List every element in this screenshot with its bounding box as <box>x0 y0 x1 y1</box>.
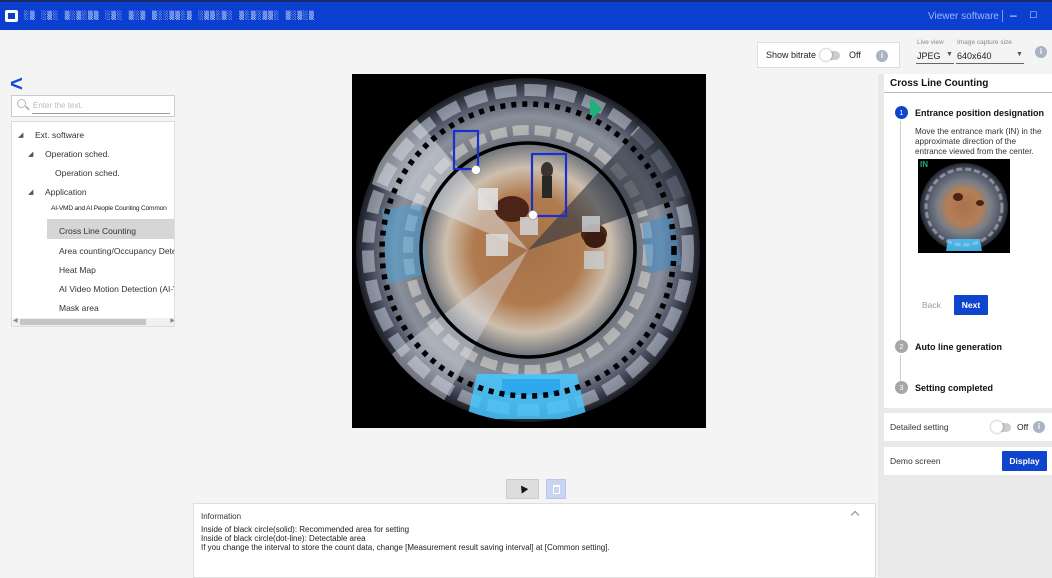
information-panel: Information Inside of black circle(solid… <box>193 503 876 578</box>
tree-item[interactable]: Area counting/Occupancy Detecti <box>59 246 174 256</box>
step-number: 3 <box>895 381 908 394</box>
capture-size-label: Image capture size <box>957 39 1012 46</box>
tree-item[interactable]: Operation sched. <box>55 168 120 178</box>
back-step-button[interactable]: Back <box>922 300 941 310</box>
fisheye-image <box>356 78 700 422</box>
capture-size-dropdown-icon[interactable]: ▼ <box>1016 51 1023 58</box>
info-icon[interactable]: i <box>1033 421 1045 433</box>
display-button[interactable]: Display <box>1002 451 1047 471</box>
information-title: Information <box>201 512 242 521</box>
info-icon[interactable]: i <box>1035 46 1047 58</box>
scroll-left-icon[interactable]: ◀ <box>13 317 18 324</box>
live-view-underline <box>916 63 954 64</box>
detailed-setting-toggle[interactable] <box>991 421 1011 433</box>
entrance-preview[interactable]: IN <box>918 159 1010 253</box>
collapse-icon[interactable]: ◢ <box>28 188 33 196</box>
search-underline <box>32 113 170 114</box>
show-bitrate-toggle[interactable] <box>820 49 840 61</box>
tree-item-selected[interactable]: Cross Line Counting <box>59 226 136 236</box>
title-separator <box>1002 10 1003 22</box>
scrollbar-thumb[interactable] <box>20 319 146 325</box>
info-icon[interactable]: i <box>876 50 888 62</box>
show-bitrate-label: Show bitrate <box>766 50 817 60</box>
wizard-card: Cross Line Counting 1 Entrance position … <box>884 74 1052 408</box>
delete-button[interactable] <box>546 479 566 499</box>
live-view-select[interactable]: JPEG <box>917 51 941 61</box>
capture-size-underline <box>956 63 1024 64</box>
window-title: ░▒ ░▒░ ▒░▒░▒▒ ░▒░ ▒░▒ ▒░░▒▒░▒ ░▒▒░▒░ ▒░▒… <box>24 11 315 20</box>
capture-size-select[interactable]: 640x640 <box>957 51 992 61</box>
horizontal-scrollbar[interactable]: ◀ ▶ <box>12 317 174 326</box>
title-bar: ░▒ ░▒░ ▒░▒░▒▒ ░▒░ ▒░▒ ▒░░▒▒░▒ ░▒▒░▒░ ▒░▒… <box>0 0 1052 30</box>
demo-screen-row: Demo screen Display <box>884 447 1052 475</box>
step-title: Setting completed <box>915 383 994 393</box>
collapse-icon[interactable]: ◢ <box>18 131 23 139</box>
tree-item[interactable]: Application <box>45 187 87 197</box>
search-box <box>11 95 175 117</box>
show-bitrate-state: Off <box>849 50 861 60</box>
scroll-right-icon[interactable]: ▶ <box>170 317 174 324</box>
information-line: Inside of black circle(solid): Recommend… <box>201 525 410 534</box>
navigation-tree: ◢ Ext. software ◢ Operation sched. Opera… <box>11 121 175 327</box>
preview-image <box>920 163 1008 251</box>
divider <box>884 92 1052 93</box>
minimize-button[interactable]: – <box>1010 8 1017 22</box>
tree-item[interactable]: AI-VMD and AI People Counting Common <box>51 205 167 212</box>
detailed-setting-label: Detailed setting <box>890 422 949 432</box>
collapse-icon[interactable]: ◢ <box>28 150 33 158</box>
step-title: Entrance position designation <box>915 108 1045 118</box>
live-view-dropdown-icon[interactable]: ▼ <box>946 51 953 58</box>
tree-item[interactable]: Ext. software <box>35 130 84 140</box>
information-line: If you change the interval to store the … <box>201 543 610 552</box>
tree-item[interactable]: Heat Map <box>59 265 96 275</box>
search-input[interactable] <box>33 99 169 112</box>
app-icon <box>5 10 18 22</box>
tree-item[interactable]: Mask area <box>59 303 99 313</box>
line-handle[interactable] <box>528 210 538 220</box>
camera-view[interactable] <box>352 74 706 428</box>
app-name: Viewer software <box>928 11 999 22</box>
detailed-setting-state: Off <box>1017 422 1029 432</box>
tree-item[interactable]: Operation sched. <box>45 149 110 159</box>
step-description: Move the entrance mark (IN) in the appro… <box>915 127 1042 156</box>
step-title: Auto line generation <box>915 342 1003 352</box>
capture-settings: Live view JPEG ▼ Image capture size 640x… <box>910 37 1052 69</box>
next-button[interactable]: Next <box>954 295 988 315</box>
step-connector <box>900 121 901 340</box>
select-tool-button[interactable] <box>506 479 539 499</box>
entrance-mark[interactable]: IN <box>920 160 928 169</box>
detailed-setting-row: Detailed setting Off i <box>884 413 1052 441</box>
wizard-title: Cross Line Counting <box>890 78 989 89</box>
step-connector <box>900 355 901 381</box>
trash-icon <box>553 485 560 494</box>
show-bitrate-control: Show bitrate Off i <box>757 42 900 68</box>
chevron-up-icon[interactable] <box>850 510 860 520</box>
maximize-button[interactable]: □ <box>1030 9 1037 21</box>
demo-screen-label: Demo screen <box>890 456 941 466</box>
back-button[interactable]: < <box>10 73 23 95</box>
step-number: 2 <box>895 340 908 353</box>
tree-item[interactable]: AI Video Motion Detection (AI-VM <box>59 284 174 294</box>
cursor-icon <box>517 483 529 494</box>
app-window: ░▒ ░▒░ ▒░▒░▒▒ ░▒░ ▒░▒ ▒░░▒▒░▒ ░▒▒░▒░ ▒░▒… <box>0 0 1052 578</box>
live-view-label: Live view <box>917 39 944 46</box>
information-line: Inside of black circle(dot-line): Detect… <box>201 534 366 543</box>
step-number: 1 <box>895 106 908 119</box>
search-icon <box>17 99 26 108</box>
line-handle[interactable] <box>471 165 481 175</box>
